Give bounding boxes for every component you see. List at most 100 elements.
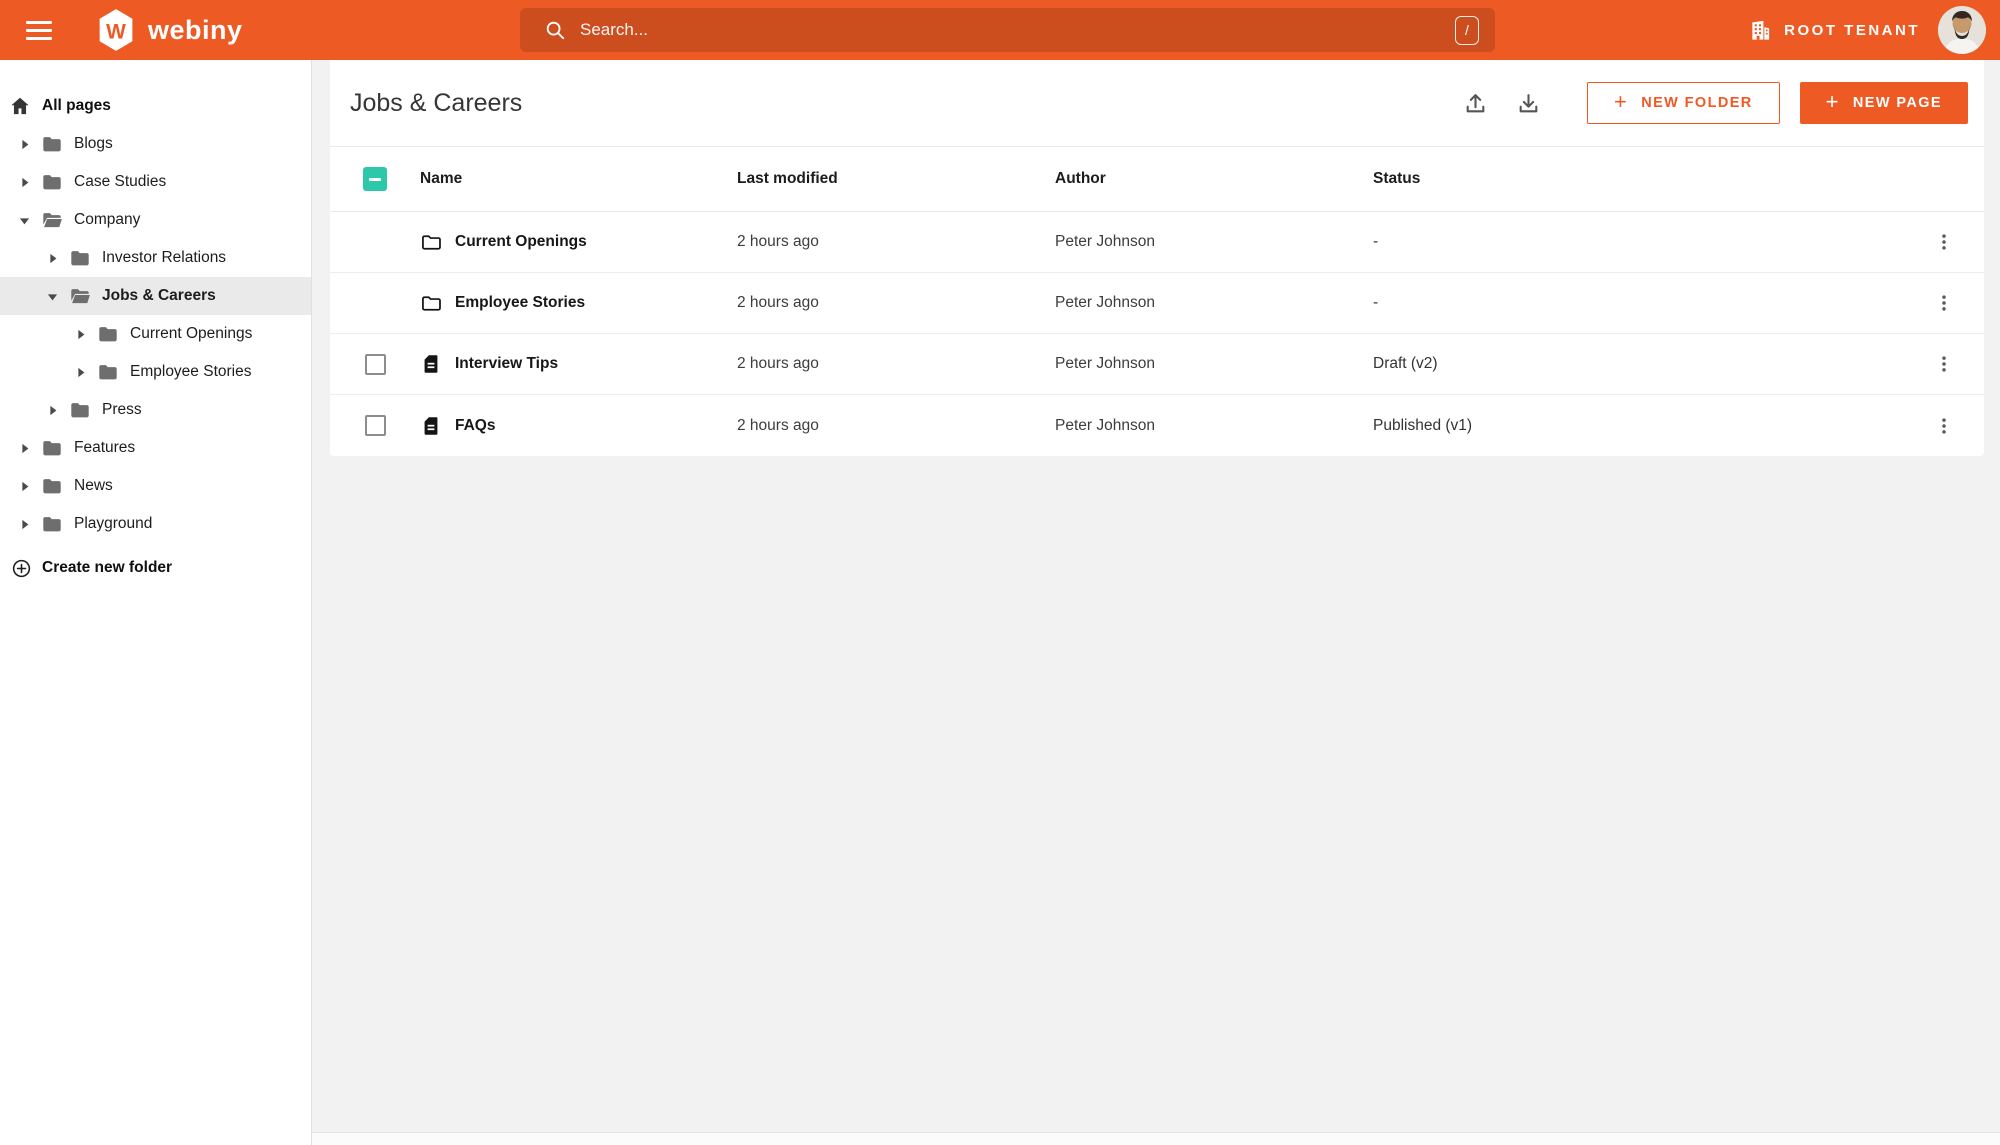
folder-icon [41, 133, 63, 155]
sidebar-item-label: Case Studies [74, 173, 167, 190]
row-name: Interview Tips [455, 355, 559, 372]
folder-icon [41, 171, 63, 193]
row-status: - [1373, 294, 1379, 311]
row-status: Published (v1) [1373, 416, 1473, 434]
tenant-selector[interactable]: ROOT TENANT [1749, 19, 1920, 42]
chevron-icon[interactable] [42, 402, 62, 419]
user-avatar[interactable] [1938, 6, 1986, 54]
sidebar-item-features[interactable]: Features [0, 429, 311, 467]
chevron-icon[interactable] [14, 136, 34, 153]
sidebar-item-label: Blogs [74, 135, 113, 152]
select-all-checkbox[interactable] [363, 167, 387, 191]
svg-text:W: W [106, 21, 126, 44]
sidebar-item-label: Company [74, 211, 141, 228]
search-placeholder: Search... [580, 20, 649, 39]
row-name: FAQs [455, 416, 496, 434]
title-actions: + NEW FOLDER + NEW PAGE [1457, 82, 1968, 124]
sidebar-item-label: Employee Stories [130, 363, 252, 380]
new-folder-button[interactable]: + NEW FOLDER [1586, 82, 1780, 124]
kebab-menu-icon[interactable] [1930, 228, 1958, 256]
main-content: Jobs & Careers + NEW FOLDER + NEW PAGE N… [312, 60, 2000, 1145]
search-input[interactable]: Search... / [520, 8, 1495, 52]
circle-plus-icon [11, 558, 32, 579]
topbar-right: ROOT TENANT [1749, 0, 1986, 60]
table-header: Name Last modified Author Status [330, 147, 1984, 212]
column-header-last-modified: Last modified [737, 170, 838, 187]
webiny-logo: W webiny [96, 8, 243, 52]
sidebar-item-all-pages[interactable]: All pages [0, 87, 311, 125]
chevron-icon[interactable] [42, 250, 62, 267]
sidebar: All pages Blogs Case Studies Company Inv… [0, 60, 312, 1145]
sidebar-item-employee-stories[interactable]: Employee Stories [0, 353, 311, 391]
search-icon [544, 19, 566, 41]
column-header-author: Author [1055, 170, 1106, 187]
sidebar-item-label: News [74, 477, 113, 494]
plus-icon: + [1613, 89, 1629, 114]
create-new-folder-button[interactable]: Create new folder [0, 549, 311, 587]
new-folder-label: NEW FOLDER [1641, 95, 1753, 111]
table-row-employee-stories[interactable]: Employee Stories 2 hours ago Peter Johns… [330, 273, 1984, 334]
sidebar-item-company[interactable]: Company [0, 201, 311, 239]
sidebar-item-label: Investor Relations [102, 249, 227, 266]
chevron-icon[interactable] [14, 478, 34, 495]
column-header-status: Status [1373, 170, 1421, 187]
row-author: Peter Johnson [1055, 416, 1155, 434]
table-row-faqs[interactable]: FAQs 2 hours ago Peter Johnson Published… [330, 395, 1984, 456]
import-upload-icon[interactable] [1457, 85, 1494, 122]
new-page-button[interactable]: + NEW PAGE [1799, 82, 1968, 124]
chevron-icon[interactable] [70, 326, 90, 343]
folder-icon [69, 285, 91, 307]
export-download-icon[interactable] [1510, 85, 1547, 122]
sidebar-item-current-openings[interactable]: Current Openings [0, 315, 311, 353]
chevron-icon[interactable] [42, 288, 62, 305]
horizontal-scrollbar[interactable] [312, 1132, 2000, 1145]
sidebar-item-investor-relations[interactable]: Investor Relations [0, 239, 311, 277]
chevron-icon[interactable] [14, 516, 34, 533]
sidebar-item-case-studies[interactable]: Case Studies [0, 163, 311, 201]
sidebar-item-label: Current Openings [130, 325, 253, 342]
menu-icon[interactable] [26, 17, 56, 43]
keyboard-shortcut-badge: / [1455, 15, 1479, 45]
sidebar-item-playground[interactable]: Playground [0, 505, 311, 543]
sidebar-item-label: Jobs & Careers [102, 287, 216, 304]
row-checkbox[interactable] [364, 353, 386, 375]
kebab-menu-icon[interactable] [1930, 412, 1958, 440]
sidebar-root-label: All pages [42, 97, 111, 114]
logo-wordmark: webiny [148, 14, 243, 45]
folder-icon [41, 475, 63, 497]
kebab-menu-icon[interactable] [1930, 350, 1958, 378]
chevron-icon[interactable] [14, 174, 34, 191]
folder-tree: Blogs Case Studies Company Investor Rela… [0, 125, 311, 543]
title-bar: Jobs & Careers + NEW FOLDER + NEW PAGE [330, 60, 1984, 147]
content-card: Jobs & Careers + NEW FOLDER + NEW PAGE N… [330, 60, 1984, 456]
sidebar-item-label: Playground [74, 515, 153, 532]
sidebar-item-press[interactable]: Press [0, 391, 311, 429]
chevron-icon[interactable] [70, 364, 90, 381]
folder-icon [97, 323, 119, 345]
row-author: Peter Johnson [1055, 355, 1155, 372]
document-icon [420, 353, 442, 375]
sidebar-item-news[interactable]: News [0, 467, 311, 505]
row-status: Draft (v2) [1373, 355, 1438, 372]
new-page-label: NEW PAGE [1852, 95, 1942, 111]
chevron-icon[interactable] [14, 212, 34, 229]
folder-icon [41, 513, 63, 535]
table-row-current-openings[interactable]: Current Openings 2 hours ago Peter Johns… [330, 212, 1984, 273]
home-icon [9, 95, 31, 117]
chevron-icon[interactable] [14, 440, 34, 457]
folder-icon [69, 399, 91, 421]
sidebar-item-label: Features [74, 439, 136, 456]
row-author: Peter Johnson [1055, 294, 1155, 311]
app-root: W webiny Search... / ROOT TENANT All pag… [0, 0, 2000, 1145]
plus-icon: + [1825, 89, 1840, 114]
sidebar-item-blogs[interactable]: Blogs [0, 125, 311, 163]
row-checkbox[interactable] [364, 415, 386, 436]
table-row-interview-tips[interactable]: Interview Tips 2 hours ago Peter Johnson… [330, 334, 1984, 395]
row-last-modified: 2 hours ago [737, 355, 819, 372]
document-icon [420, 415, 442, 437]
page-title: Jobs & Careers [350, 88, 523, 117]
sidebar-item-jobs-careers[interactable]: Jobs & Careers [0, 277, 311, 315]
kebab-menu-icon[interactable] [1930, 289, 1958, 317]
table-body: Current Openings 2 hours ago Peter Johns… [330, 212, 1984, 456]
folder-outline-icon [420, 231, 442, 253]
